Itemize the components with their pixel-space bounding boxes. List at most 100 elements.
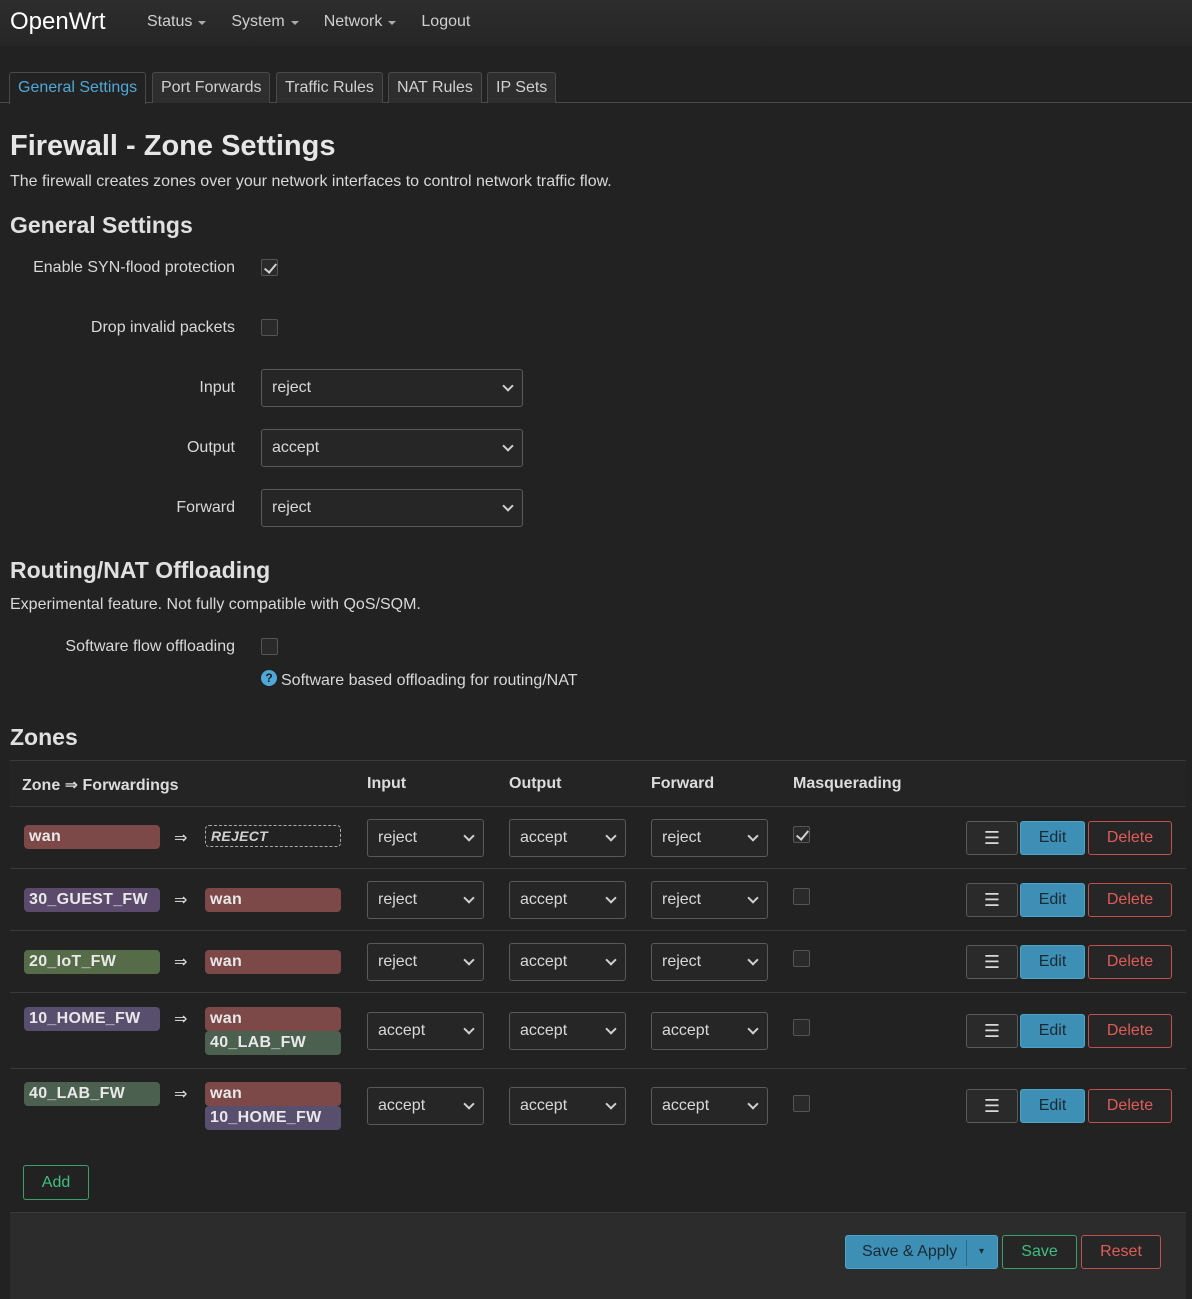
zone-input-select[interactable]: reject bbox=[367, 881, 484, 919]
chevron-down-icon bbox=[747, 954, 759, 966]
drag-handle-button[interactable]: ☰ bbox=[966, 1089, 1018, 1123]
input-policy-value: reject bbox=[272, 379, 312, 396]
output-policy-value: accept bbox=[272, 439, 320, 456]
chevron-down-icon bbox=[502, 500, 514, 512]
delete-button[interactable]: Delete bbox=[1088, 945, 1172, 979]
drag-handle-button[interactable]: ☰ bbox=[966, 1014, 1018, 1048]
edit-button[interactable]: Edit bbox=[1020, 1014, 1085, 1048]
chevron-down-icon bbox=[463, 954, 475, 966]
tab-port-forwards[interactable]: Port Forwards bbox=[152, 72, 271, 103]
drag-handle-button[interactable]: ☰ bbox=[966, 821, 1018, 855]
zone-input-select[interactable]: reject bbox=[367, 819, 484, 857]
zone-input-value: reject bbox=[378, 829, 418, 846]
zone-forward-select[interactable]: accept bbox=[651, 1087, 768, 1125]
col-masquerading: Masquerading bbox=[793, 775, 902, 792]
zone-forward-select[interactable]: accept bbox=[651, 1012, 768, 1050]
syn-flood-checkbox[interactable] bbox=[261, 259, 278, 276]
tab-ip-sets[interactable]: IP Sets bbox=[487, 72, 557, 103]
zone-output-select[interactable]: accept bbox=[509, 819, 626, 857]
input-policy-label: Input bbox=[199, 379, 235, 396]
zone-output-select[interactable]: accept bbox=[509, 1012, 626, 1050]
zone-forward-select[interactable]: reject bbox=[651, 819, 768, 857]
col-input: Input bbox=[367, 775, 407, 792]
forward-policy-select[interactable]: reject bbox=[261, 489, 523, 527]
offloading-heading: Routing/NAT Offloading bbox=[10, 557, 271, 583]
col-zone-forwardings: Zone ⇒ Forwardings bbox=[22, 777, 179, 794]
forwarding-badge: 40_LAB_FW bbox=[205, 1031, 341, 1055]
masquerading-checkbox[interactable] bbox=[793, 826, 810, 843]
chevron-down-icon bbox=[605, 1098, 617, 1110]
table-row: 10_HOME_FW ⇒ wan 40_LAB_FW accept accept… bbox=[10, 993, 1186, 1069]
zone-badge: 40_LAB_FW bbox=[24, 1082, 160, 1106]
zone-badge: wan bbox=[24, 825, 160, 849]
edit-button[interactable]: Edit bbox=[1020, 821, 1085, 855]
menu-system-label: System bbox=[231, 13, 285, 30]
dropdown-arrow-icon[interactable]: ▾ bbox=[979, 1236, 984, 1268]
zone-input-select[interactable]: reject bbox=[367, 943, 484, 981]
edit-button[interactable]: Edit bbox=[1020, 945, 1085, 979]
software-offloading-checkbox[interactable] bbox=[261, 638, 278, 655]
zone-output-select[interactable]: accept bbox=[509, 943, 626, 981]
menu-status[interactable]: Status bbox=[147, 13, 207, 31]
drop-invalid-checkbox[interactable] bbox=[261, 319, 278, 336]
tab-nat-rules[interactable]: NAT Rules bbox=[388, 72, 482, 103]
zone-output-value: accept bbox=[520, 1097, 568, 1114]
menu-system[interactable]: System bbox=[231, 13, 299, 31]
chevron-down-icon bbox=[502, 380, 514, 392]
zone-output-value: accept bbox=[520, 891, 568, 908]
delete-button[interactable]: Delete bbox=[1088, 821, 1172, 855]
chevron-down-icon bbox=[463, 830, 475, 842]
zone-badge: 30_GUEST_FW bbox=[24, 888, 160, 912]
table-row: 20_IoT_FW ⇒ wan reject accept reject ☰ E… bbox=[10, 931, 1186, 993]
delete-button[interactable]: Delete bbox=[1088, 883, 1172, 917]
drag-handle-button[interactable]: ☰ bbox=[966, 883, 1018, 917]
brand-logo[interactable]: OpenWrt bbox=[10, 8, 106, 36]
forwarding-badge: wan bbox=[205, 1007, 341, 1031]
syn-flood-label: Enable SYN-flood protection bbox=[33, 259, 235, 276]
forwarding-badge: wan bbox=[205, 888, 341, 912]
zone-output-select[interactable]: accept bbox=[509, 1087, 626, 1125]
zone-output-value: accept bbox=[520, 829, 568, 846]
edit-button[interactable]: Edit bbox=[1020, 883, 1085, 917]
tab-general-settings[interactable]: General Settings bbox=[9, 72, 147, 104]
chevron-down-icon bbox=[605, 892, 617, 904]
forward-policy-value: reject bbox=[272, 499, 312, 516]
masquerading-checkbox[interactable] bbox=[793, 888, 810, 905]
drag-handle-button[interactable]: ☰ bbox=[966, 945, 1018, 979]
arrow-icon: ⇒ bbox=[174, 830, 188, 847]
zone-badge: 10_HOME_FW bbox=[24, 1007, 160, 1031]
zone-output-value: accept bbox=[520, 953, 568, 970]
masquerading-checkbox[interactable] bbox=[793, 950, 810, 967]
menu-logout[interactable]: Logout bbox=[421, 13, 470, 31]
chevron-down-icon bbox=[605, 1023, 617, 1035]
save-apply-button[interactable]: Save & Apply ▾ bbox=[845, 1235, 998, 1269]
input-policy-select[interactable]: reject bbox=[261, 369, 523, 407]
zone-forward-value: reject bbox=[662, 829, 702, 846]
table-row: 30_GUEST_FW ⇒ wan reject accept reject ☰… bbox=[10, 869, 1186, 931]
forward-policy-label: Forward bbox=[176, 499, 235, 516]
chevron-down-icon bbox=[463, 892, 475, 904]
masquerading-checkbox[interactable] bbox=[793, 1095, 810, 1112]
menu-network[interactable]: Network bbox=[324, 13, 397, 31]
zone-input-select[interactable]: accept bbox=[367, 1087, 484, 1125]
zone-output-select[interactable]: accept bbox=[509, 881, 626, 919]
general-settings-heading: General Settings bbox=[10, 212, 193, 238]
software-offloading-help: Software based offloading for routing/NA… bbox=[281, 672, 578, 689]
reset-button[interactable]: Reset bbox=[1081, 1235, 1161, 1269]
save-button[interactable]: Save bbox=[1002, 1235, 1077, 1269]
zone-forward-select[interactable]: reject bbox=[651, 943, 768, 981]
output-policy-select[interactable]: accept bbox=[261, 429, 523, 467]
col-output: Output bbox=[509, 775, 562, 792]
zone-input-select[interactable]: accept bbox=[367, 1012, 484, 1050]
edit-button[interactable]: Edit bbox=[1020, 1089, 1085, 1123]
zone-forward-select[interactable]: reject bbox=[651, 881, 768, 919]
masquerading-checkbox[interactable] bbox=[793, 1019, 810, 1036]
page-description: The firewall creates zones over your net… bbox=[10, 173, 612, 190]
forwarding-badge: wan bbox=[205, 1082, 341, 1106]
chevron-down-icon bbox=[290, 21, 299, 25]
chevron-down-icon bbox=[747, 892, 759, 904]
add-zone-button[interactable]: Add bbox=[23, 1165, 89, 1200]
tab-traffic-rules[interactable]: Traffic Rules bbox=[276, 72, 383, 103]
delete-button[interactable]: Delete bbox=[1088, 1014, 1172, 1048]
delete-button[interactable]: Delete bbox=[1088, 1089, 1172, 1123]
